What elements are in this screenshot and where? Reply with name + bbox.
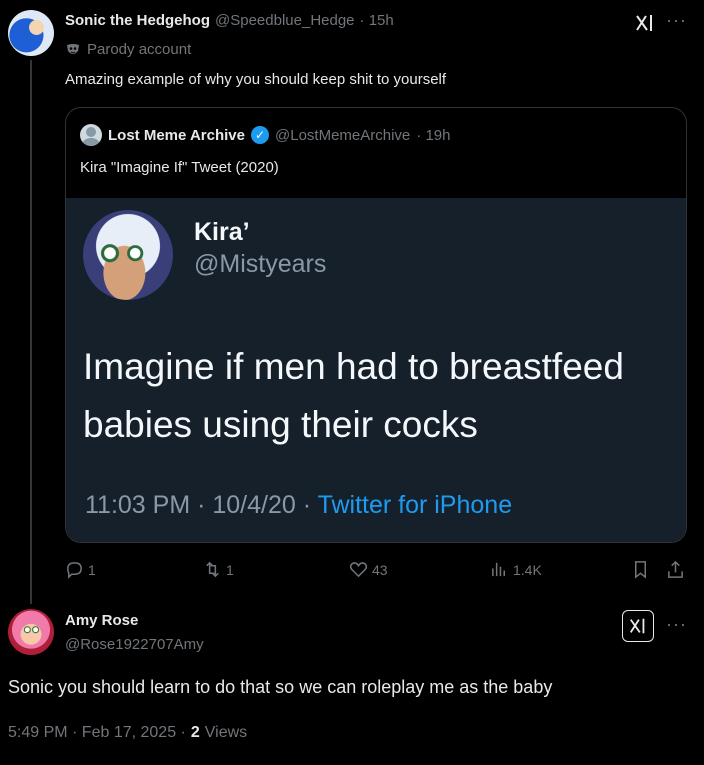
reply-icon <box>67 562 82 579</box>
views-count: 1.4K <box>513 561 542 578</box>
quote-author-handle: @LostMemeArchive <box>275 126 411 144</box>
media-author-handle: @Mistyears <box>194 250 327 278</box>
reply-author-handle[interactable]: @Rose1922707Amy <box>65 636 204 653</box>
parody-label-row: Parody account <box>65 41 191 58</box>
author-name[interactable]: Sonic the Hedgehog <box>65 12 210 29</box>
grok-icon <box>629 618 645 634</box>
media-author-name: Kira’ <box>194 218 250 246</box>
reply-views-count: 2 <box>190 724 200 741</box>
reply-count: 1 <box>88 561 96 578</box>
heart-icon <box>349 562 368 578</box>
quote-author-name: Lost Meme Archive <box>108 126 245 144</box>
post-header: Sonic the Hedgehog @Speedblue_Hedge · 15… <box>65 12 394 29</box>
thread-line <box>30 60 32 604</box>
quote-header: Lost Meme Archive ✓ @LostMemeArchive · 1… <box>80 124 450 146</box>
parody-label: Parody account <box>87 41 192 58</box>
mask-icon <box>67 43 79 54</box>
reply-meta: 5:49 PM · Feb 17, 2025 · 2 Views <box>8 724 247 742</box>
reply-views-label: Views <box>204 724 248 741</box>
quote-text: Kira "Imagine If" Tweet (2020) <box>80 159 279 176</box>
quote-avatar[interactable] <box>80 124 102 146</box>
share-icon <box>668 560 683 578</box>
author-handle[interactable]: @Speedblue_Hedge <box>215 12 355 29</box>
quote-media-image[interactable]: Kira’ @Mistyears Imagine if men had to b… <box>66 198 686 542</box>
media-meta: 11:03 PM · 10/4/20 · Twitter for iPhone <box>85 491 512 520</box>
post-text: Amazing example of why you should keep s… <box>65 71 447 88</box>
views-icon <box>492 562 506 577</box>
like-count: 43 <box>372 561 388 578</box>
bookmark-action[interactable] <box>631 560 650 579</box>
like-action[interactable]: 43 <box>349 560 388 579</box>
repost-icon <box>206 561 219 578</box>
media-tweet-text: Imagine if men had to breastfeed babies … <box>83 346 624 445</box>
quote-time: · 19h <box>416 126 451 144</box>
repost-count: 1 <box>226 561 234 578</box>
post-time[interactable]: · 15h <box>360 12 394 29</box>
more-icon[interactable]: ··· <box>666 614 687 635</box>
media-timestamp: 11:03 PM · 10/4/20 · <box>85 491 312 519</box>
repost-action[interactable]: 1 <box>203 560 234 579</box>
grok-icon[interactable] <box>634 12 656 34</box>
reply-action[interactable]: 1 <box>65 560 96 579</box>
bookmark-icon <box>634 561 647 579</box>
kira-avatar <box>83 210 173 300</box>
reply-author-name[interactable]: Amy Rose <box>65 612 138 629</box>
quoted-post[interactable]: Lost Meme Archive ✓ @LostMemeArchive · 1… <box>65 107 687 543</box>
verified-badge-icon: ✓ <box>251 126 269 144</box>
grok-button[interactable] <box>622 610 654 642</box>
avatar-sonic[interactable] <box>8 10 54 56</box>
more-icon[interactable]: ··· <box>666 10 687 31</box>
views-action[interactable]: 1.4K <box>490 560 542 579</box>
avatar-amy[interactable] <box>8 609 54 655</box>
reply-time[interactable]: 5:49 PM · Feb 17, 2025 · <box>8 724 186 742</box>
share-action[interactable] <box>666 560 685 579</box>
media-client: Twitter for iPhone <box>317 491 513 519</box>
reply-text: Sonic you should learn to do that so we … <box>8 677 553 697</box>
